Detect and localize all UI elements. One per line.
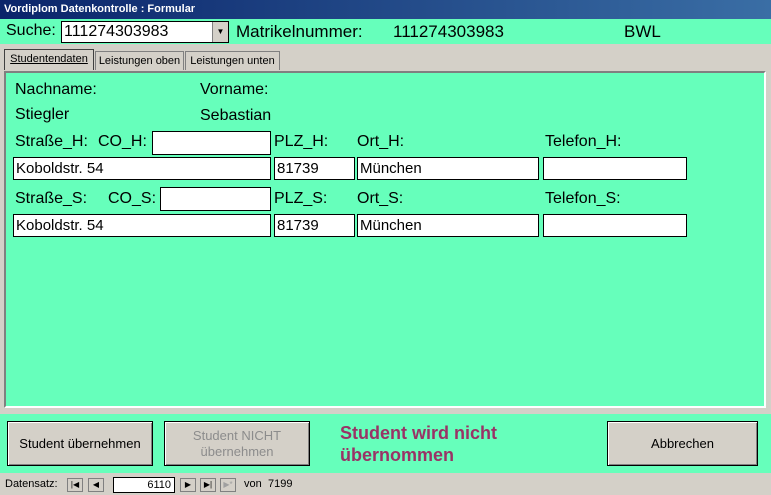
telefon-h-label: Telefon_H: [545, 133, 622, 150]
tab-studentendaten[interactable]: Studentendaten [4, 49, 94, 70]
nachname-label: Nachname: [15, 81, 97, 98]
ort-h-field[interactable]: München [357, 157, 539, 180]
strasse-s-field[interactable]: Koboldstr. 54 [13, 214, 271, 237]
ort-s-label: Ort_S: [357, 190, 404, 207]
faculty-label: BWL [624, 22, 661, 41]
plz-h-label: PLZ_H: [274, 133, 329, 150]
vorname-label: Vorname: [200, 81, 269, 98]
tab-leistungen-unten[interactable]: Leistungen unten [185, 51, 280, 70]
telefon-s-label: Telefon_S: [545, 190, 621, 207]
search-label: Suche: [6, 22, 56, 39]
ort-h-label: Ort_H: [357, 133, 405, 150]
new-record-icon[interactable]: ▶* [220, 478, 236, 492]
accept-student-button[interactable]: Student übernehmen [7, 421, 153, 466]
record-total: 7199 [268, 478, 293, 490]
plz-h-field[interactable]: 81739 [274, 157, 355, 180]
strasse-h-field[interactable]: Koboldstr. 54 [13, 157, 271, 180]
search-combo[interactable]: 111274303983 ▼ [61, 21, 229, 43]
ort-s-field[interactable]: München [357, 214, 539, 237]
chevron-down-icon[interactable]: ▼ [212, 22, 228, 42]
co-h-field[interactable] [152, 131, 271, 155]
co-h-label: CO_H: [98, 133, 147, 150]
next-record-icon[interactable]: ▶ [180, 478, 196, 492]
plz-s-label: PLZ_S: [274, 190, 328, 207]
cancel-button[interactable]: Abbrechen [607, 421, 758, 466]
telefon-h-field[interactable] [543, 157, 687, 180]
tab-leistungen-oben[interactable]: Leistungen oben [95, 51, 184, 70]
first-record-icon[interactable]: |◀ [67, 478, 83, 492]
student-data-panel [4, 71, 766, 408]
vorname-value: Sebastian [200, 107, 272, 124]
window-title: Vordiplom Datenkontrolle : Formular [0, 0, 771, 19]
record-label: Datensatz: [5, 478, 58, 490]
strasse-s-label: Straße_S: [15, 190, 88, 207]
matrikel-label: Matrikelnummer: [236, 22, 363, 41]
record-of-label: von [244, 478, 262, 490]
matrikel-value: 111274303983 [393, 22, 504, 41]
strasse-h-label: Straße_H: [15, 133, 88, 150]
reject-label-line1: Student NICHT [192, 427, 282, 443]
search-input[interactable]: 111274303983 [62, 22, 212, 42]
reject-label-line2: übernehmen [200, 443, 274, 459]
reject-student-button[interactable]: Student NICHT übernehmen [164, 421, 310, 466]
telefon-s-field[interactable] [543, 214, 687, 237]
plz-s-field[interactable]: 81739 [274, 214, 355, 237]
status-message: Student wird nicht übernommen [340, 422, 497, 466]
nachname-value: Stiegler [15, 106, 70, 123]
co-s-label: CO_S: [108, 190, 157, 207]
status-line1: Student wird nicht [340, 423, 497, 443]
last-record-icon[interactable]: ▶| [200, 478, 216, 492]
record-number-input[interactable]: 6110 [113, 477, 175, 493]
prev-record-icon[interactable]: ◀ [88, 478, 104, 492]
co-s-field[interactable] [160, 187, 271, 211]
status-line2: übernommen [340, 445, 455, 465]
